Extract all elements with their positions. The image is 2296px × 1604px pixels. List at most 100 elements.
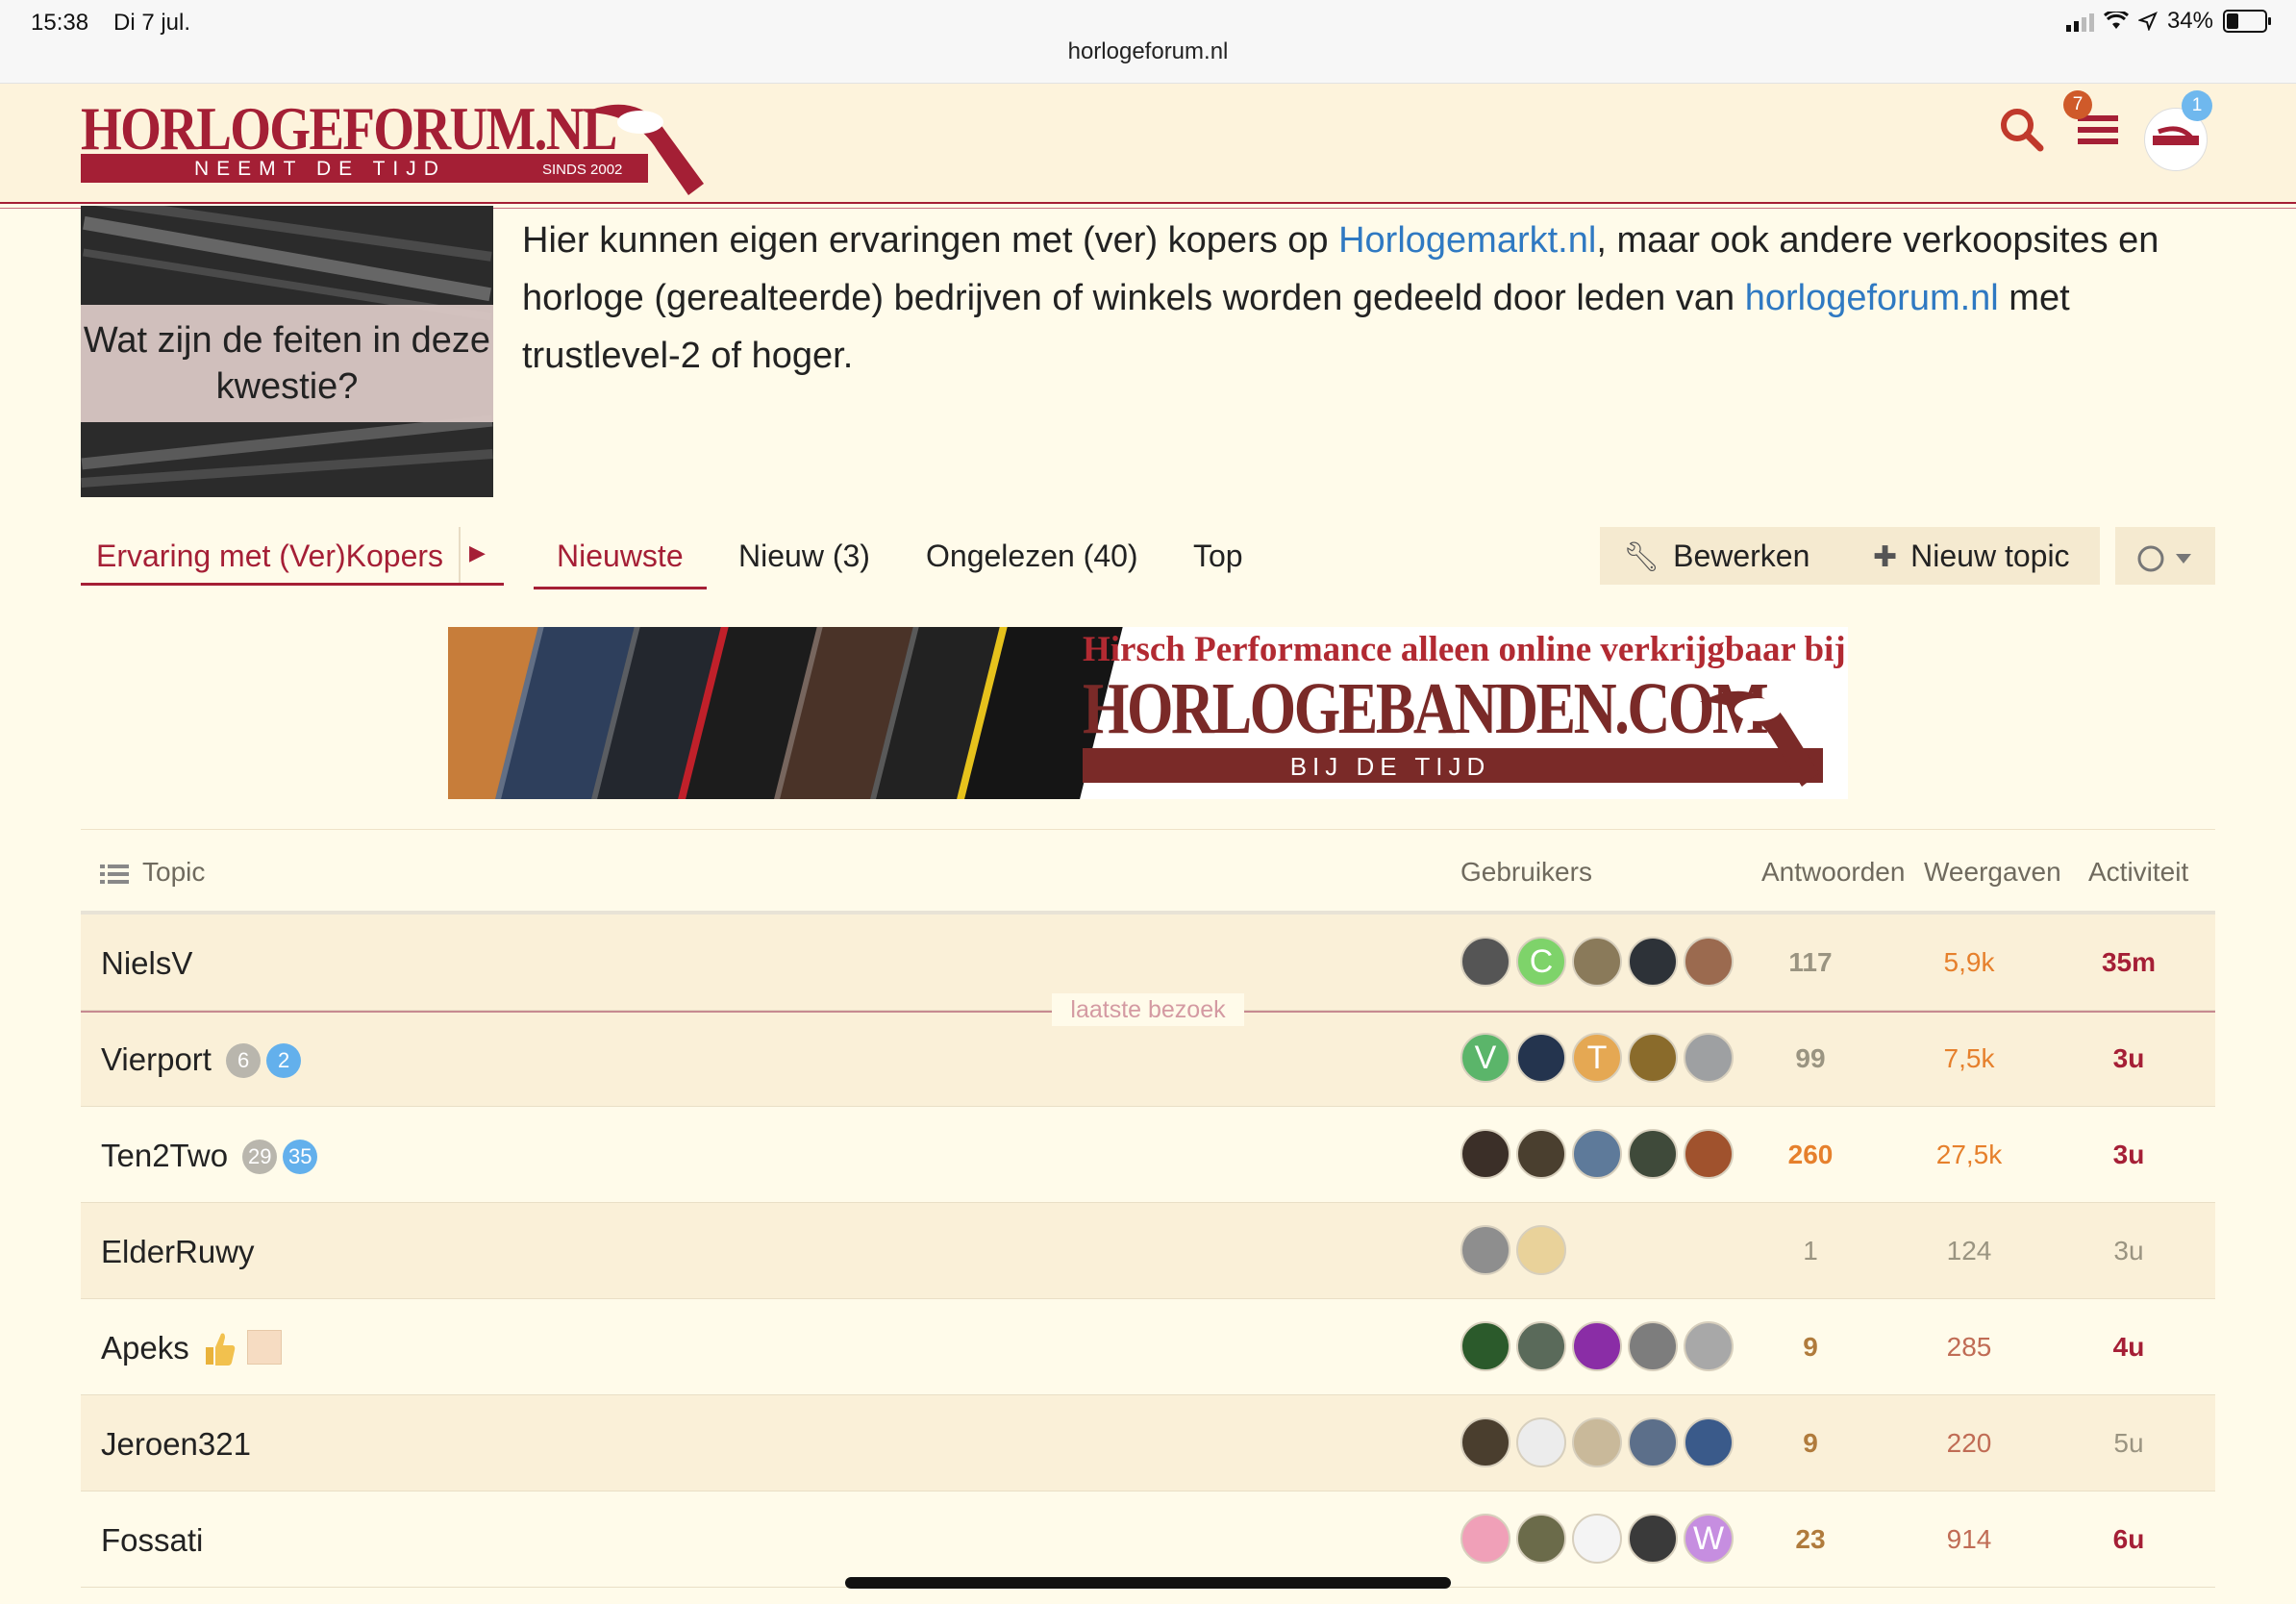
table-row[interactable]: Ten2Two 29 35 260 27,5k 3u [81,1107,2215,1203]
avatar[interactable] [1460,1129,1510,1179]
header-activity[interactable]: Activiteit [2088,857,2188,888]
topic-title[interactable]: Ten2Two [101,1138,228,1173]
list-icon [100,865,129,884]
avatar[interactable] [1572,1129,1622,1179]
user-badge: 1 [2182,90,2212,121]
header-replies[interactable]: Antwoorden [1761,857,1905,888]
view-count: 7,5k [1943,1043,1995,1073]
unread-badge[interactable]: 6 [226,1043,262,1078]
avatar[interactable] [1572,1321,1622,1371]
table-row[interactable]: Jeroen321 9 220 5u [81,1395,2215,1491]
home-indicator[interactable] [845,1577,1451,1589]
category-dropdown[interactable]: Ervaring met (Ver)Kopers ▶ [81,527,504,586]
user-avatars: C [1460,937,1734,987]
notification-level-dropdown[interactable] [2115,527,2215,585]
activity-time[interactable]: 3u [2052,1236,2206,1266]
user-avatars [1460,1321,1734,1371]
header-views[interactable]: Weergaven [1924,857,2061,888]
topic-list: Topic Gebruikers Antwoorden Weergaven Ac… [81,829,2215,1588]
unread-badge[interactable]: 29 [242,1140,278,1174]
cellular-signal-icon [2065,11,2094,32]
logo-tagline: NEEMT DE TIJD [194,158,446,180]
avatar[interactable] [1684,1033,1734,1083]
search-button[interactable] [1998,106,2044,157]
battery-icon [2223,10,2271,33]
table-row[interactable]: Fossati W 23 914 6u [81,1491,2215,1588]
logo-swoosh-icon [585,104,704,195]
avatar[interactable]: C [1516,937,1566,987]
table-row[interactable]: Apeks 9 285 4u [81,1299,2215,1395]
reply-count: 9 [1803,1332,1818,1362]
view-count: 5,9k [1943,947,1995,977]
thumbs-up-icon [205,1333,236,1366]
topic-title[interactable]: Apeks [101,1330,189,1366]
avatar[interactable] [1684,1417,1734,1467]
topic-title[interactable]: ElderRuwy [101,1234,255,1270]
avatar[interactable] [1628,1129,1678,1179]
topic-title[interactable]: Vierport [101,1041,212,1077]
avatar[interactable] [1516,1225,1566,1275]
user-avatars [1460,1129,1734,1179]
activity-time[interactable]: 4u [2052,1332,2206,1363]
avatar[interactable] [1572,937,1622,987]
avatar[interactable] [1628,1514,1678,1564]
site-logo[interactable]: HORLOGEFORUM.NL NEEMT DE TIJD SINDS 2002 [81,93,706,197]
avatar[interactable] [1628,937,1678,987]
activity-time[interactable]: 3u [2052,1043,2206,1074]
tab-top[interactable]: Top [1193,539,1243,574]
user-avatars [1460,1225,1566,1275]
avatar[interactable] [1628,1033,1678,1083]
avatar[interactable] [1460,1514,1510,1564]
intro-image-caption: Wat zijn de feiten in deze kwestie? [83,320,491,407]
activity-time[interactable]: 3u [2052,1140,2206,1170]
banner-swoosh-icon [1700,690,1819,787]
intro-image[interactable]: Wat zijn de feiten in deze kwestie? [81,206,493,497]
view-count: 220 [1946,1428,1992,1458]
advertisement-banner[interactable]: Hirsch Performance alleen online verkrij… [448,627,1848,799]
avatar[interactable] [1460,1321,1510,1371]
avatar[interactable] [1684,1321,1734,1371]
new-posts-badge[interactable]: 2 [266,1043,302,1078]
avatar[interactable] [1684,1129,1734,1179]
address-bar[interactable]: horlogeforum.nl [0,38,2296,65]
table-row[interactable]: ElderRuwy 1 124 3u [81,1203,2215,1299]
tab-nieuwste[interactable]: Nieuwste [534,539,707,589]
horlogeforum-link[interactable]: horlogeforum.nl [1745,278,1999,318]
topic-title[interactable]: Jeroen321 [101,1426,251,1463]
user-avatars: V T [1460,1033,1734,1083]
avatar[interactable]: W [1684,1514,1734,1564]
tab-nieuw[interactable]: Nieuw (3) [738,539,870,574]
avatar[interactable] [1628,1417,1678,1467]
avatar[interactable]: V [1460,1033,1510,1083]
avatar[interactable]: T [1572,1033,1622,1083]
new-posts-badge[interactable]: 35 [283,1140,318,1174]
category-separator [459,527,461,583]
topic-title[interactable]: Fossati [101,1522,203,1559]
avatar[interactable] [1460,937,1510,987]
avatar[interactable] [1516,1321,1566,1371]
new-topic-button[interactable]: ✚ Nieuw topic [1850,527,2100,585]
avatar[interactable] [1516,1514,1566,1564]
notification-badge: 7 [2063,90,2092,119]
avatar[interactable] [1684,937,1734,987]
avatar[interactable] [1572,1417,1622,1467]
activity-time[interactable]: 5u [2052,1428,2206,1459]
avatar[interactable] [1516,1033,1566,1083]
activity-time[interactable]: 35m [2052,947,2206,978]
category-label: Ervaring met (Ver)Kopers [96,539,444,573]
tab-ongelezen[interactable]: Ongelezen (40) [926,539,1138,574]
avatar[interactable] [1460,1417,1510,1467]
watch-straps-image [448,627,1128,799]
avatar[interactable] [1516,1417,1566,1467]
caret-right-icon[interactable]: ▶ [469,540,486,565]
reply-count: 1 [1803,1236,1818,1266]
horlogemarkt-link[interactable]: Horlogemarkt.nl [1338,220,1596,261]
avatar[interactable] [1572,1514,1622,1564]
reply-count: 23 [1795,1524,1826,1554]
activity-time[interactable]: 6u [2052,1524,2206,1555]
topic-title[interactable]: NielsV [101,945,192,982]
avatar[interactable] [1628,1321,1678,1371]
avatar[interactable] [1516,1129,1566,1179]
header-topic[interactable]: Topic [142,857,205,888]
avatar[interactable] [1460,1225,1510,1275]
